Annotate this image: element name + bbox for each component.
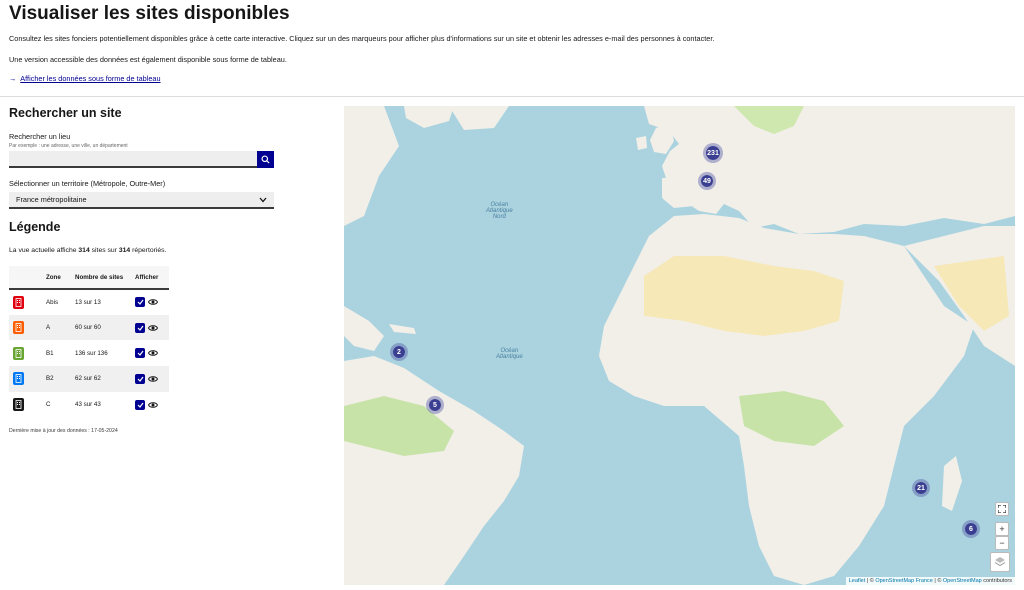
- map-cluster[interactable]: 5: [426, 396, 444, 414]
- zoom-out-button[interactable]: −: [995, 536, 1009, 550]
- search-button[interactable]: [257, 151, 274, 168]
- summary-prefix: La vue actuelle affiche: [9, 247, 77, 254]
- count-cell: 43 sur 43: [71, 391, 131, 418]
- osm-link[interactable]: OpenStreetMap: [943, 578, 982, 584]
- check-icon: [137, 350, 143, 357]
- table-view-link[interactable]: → Afficher les données sous forme de tabl…: [9, 74, 161, 83]
- check-icon: [137, 402, 143, 408]
- eye-icon[interactable]: [148, 401, 158, 409]
- total-count: 314: [118, 247, 131, 254]
- count-column-header: Nombre de sites: [71, 266, 131, 290]
- leaflet-link[interactable]: Leaflet: [849, 578, 866, 584]
- display-checkbox[interactable]: [135, 297, 145, 308]
- territory-select[interactable]: France métropolitaine: [9, 192, 274, 209]
- map-attribution: Leaflet | © OpenStreetMap France | © Ope…: [845, 577, 1015, 585]
- display-checkbox[interactable]: [135, 322, 145, 333]
- zone-cell: A: [42, 314, 71, 341]
- zone-icon-cell: [9, 366, 42, 392]
- layers-icon: [994, 557, 1006, 567]
- attrib-sep: | ©: [932, 578, 943, 584]
- count-cell: 136 sur 136: [71, 340, 131, 367]
- page-title: Visualiser les sites disponibles: [9, 3, 290, 24]
- map-cluster[interactable]: 2: [390, 343, 408, 361]
- eye-icon[interactable]: [148, 349, 158, 357]
- building-icon: [13, 321, 24, 335]
- map-cluster[interactable]: 231: [703, 143, 723, 163]
- map-background: [344, 106, 1015, 585]
- summary-mid: sites sur: [91, 247, 117, 254]
- zoom-in-button[interactable]: +: [995, 522, 1009, 536]
- icon-column-header: [9, 266, 42, 290]
- building-icon: [13, 346, 24, 360]
- search-label: Rechercher un lieu: [9, 132, 71, 141]
- display-checkbox[interactable]: [135, 348, 145, 359]
- osm-france-link[interactable]: OpenStreetMap France: [875, 578, 932, 584]
- fullscreen-icon: [998, 505, 1006, 513]
- check-icon: [137, 325, 143, 331]
- display-cell: [131, 340, 169, 367]
- count-cell: 13 sur 13: [71, 289, 131, 315]
- building-icon: [13, 372, 24, 386]
- zone-cell: Abis: [42, 289, 71, 315]
- display-cell: [131, 366, 169, 392]
- zone-cell: B1: [42, 340, 71, 367]
- zone-column-header: Zone: [42, 266, 71, 290]
- summary-suffix: répertoriés.: [132, 247, 167, 254]
- check-icon: [137, 299, 143, 306]
- zone-icon-cell: [9, 340, 42, 367]
- legend-title: Légende: [9, 220, 61, 234]
- count-cell: 62 sur 62: [71, 366, 131, 392]
- update-note: Dernière mise à jour des données : 17-05…: [9, 428, 118, 434]
- eye-icon[interactable]: [148, 375, 158, 383]
- table-view-link-label: Afficher les données sous forme de table…: [20, 74, 161, 83]
- territory-label: Sélectionner un territoire (Métropole, O…: [9, 179, 166, 188]
- shown-count: 314: [78, 247, 90, 254]
- intro-text: Consultez les sites fonciers potentielle…: [9, 34, 715, 43]
- zone-cell: B2: [42, 366, 71, 392]
- accessible-note: Une version accessible des données est é…: [9, 55, 287, 64]
- search-icon: [261, 155, 270, 164]
- legend-row: C 43 sur 43: [9, 391, 169, 418]
- attrib-sep: | ©: [865, 578, 876, 584]
- zone-icon-cell: [9, 314, 42, 341]
- map-cluster[interactable]: 21: [912, 479, 930, 497]
- check-icon: [137, 376, 143, 382]
- layers-button[interactable]: [990, 552, 1010, 572]
- arrow-right-icon: →: [9, 74, 17, 83]
- territory-selected-value: France métropolitaine: [16, 195, 87, 204]
- display-column-header: Afficher: [131, 266, 169, 290]
- display-cell: [131, 289, 169, 315]
- display-checkbox[interactable]: [135, 399, 145, 410]
- map-cluster[interactable]: 49: [698, 172, 716, 190]
- ocean-label-north: Océan Atlantique Nord: [486, 202, 513, 220]
- chevron-down-icon: [259, 197, 267, 202]
- count-cell: 60 sur 60: [71, 314, 131, 341]
- search-section-title: Rechercher un site: [9, 106, 122, 120]
- legend-row: B2 62 sur 62: [9, 366, 169, 392]
- search-hint: Par exemple : une adresse, une ville, un…: [9, 143, 128, 149]
- display-cell: [131, 391, 169, 418]
- legend-row: B1 136 sur 136: [9, 340, 169, 367]
- eye-icon[interactable]: [148, 298, 158, 306]
- building-icon: [13, 295, 24, 309]
- ocean-label: Océan Atlantique: [496, 348, 523, 360]
- map[interactable]: Océan Atlantique Nord Océan Atlantique 2…: [344, 106, 1015, 585]
- attrib-suffix: contributors: [981, 578, 1012, 584]
- legend-summary: La vue actuelle affiche 314 sites sur 31…: [9, 247, 166, 254]
- zone-icon-cell: [9, 289, 42, 315]
- legend-row: Abis 13 sur 13: [9, 289, 169, 315]
- display-cell: [131, 314, 169, 341]
- fullscreen-button[interactable]: [995, 502, 1009, 516]
- eye-icon[interactable]: [148, 324, 158, 332]
- legend-row: A 60 sur 60: [9, 314, 169, 341]
- legend-table: Zone Nombre de sites Afficher Abis 13 sur…: [9, 266, 169, 418]
- search-input[interactable]: [9, 151, 257, 168]
- zone-icon-cell: [9, 391, 42, 418]
- building-icon: [13, 398, 24, 412]
- divider: [0, 96, 1024, 97]
- map-cluster[interactable]: 6: [962, 520, 980, 538]
- display-checkbox[interactable]: [135, 373, 145, 384]
- zone-cell: C: [42, 391, 71, 418]
